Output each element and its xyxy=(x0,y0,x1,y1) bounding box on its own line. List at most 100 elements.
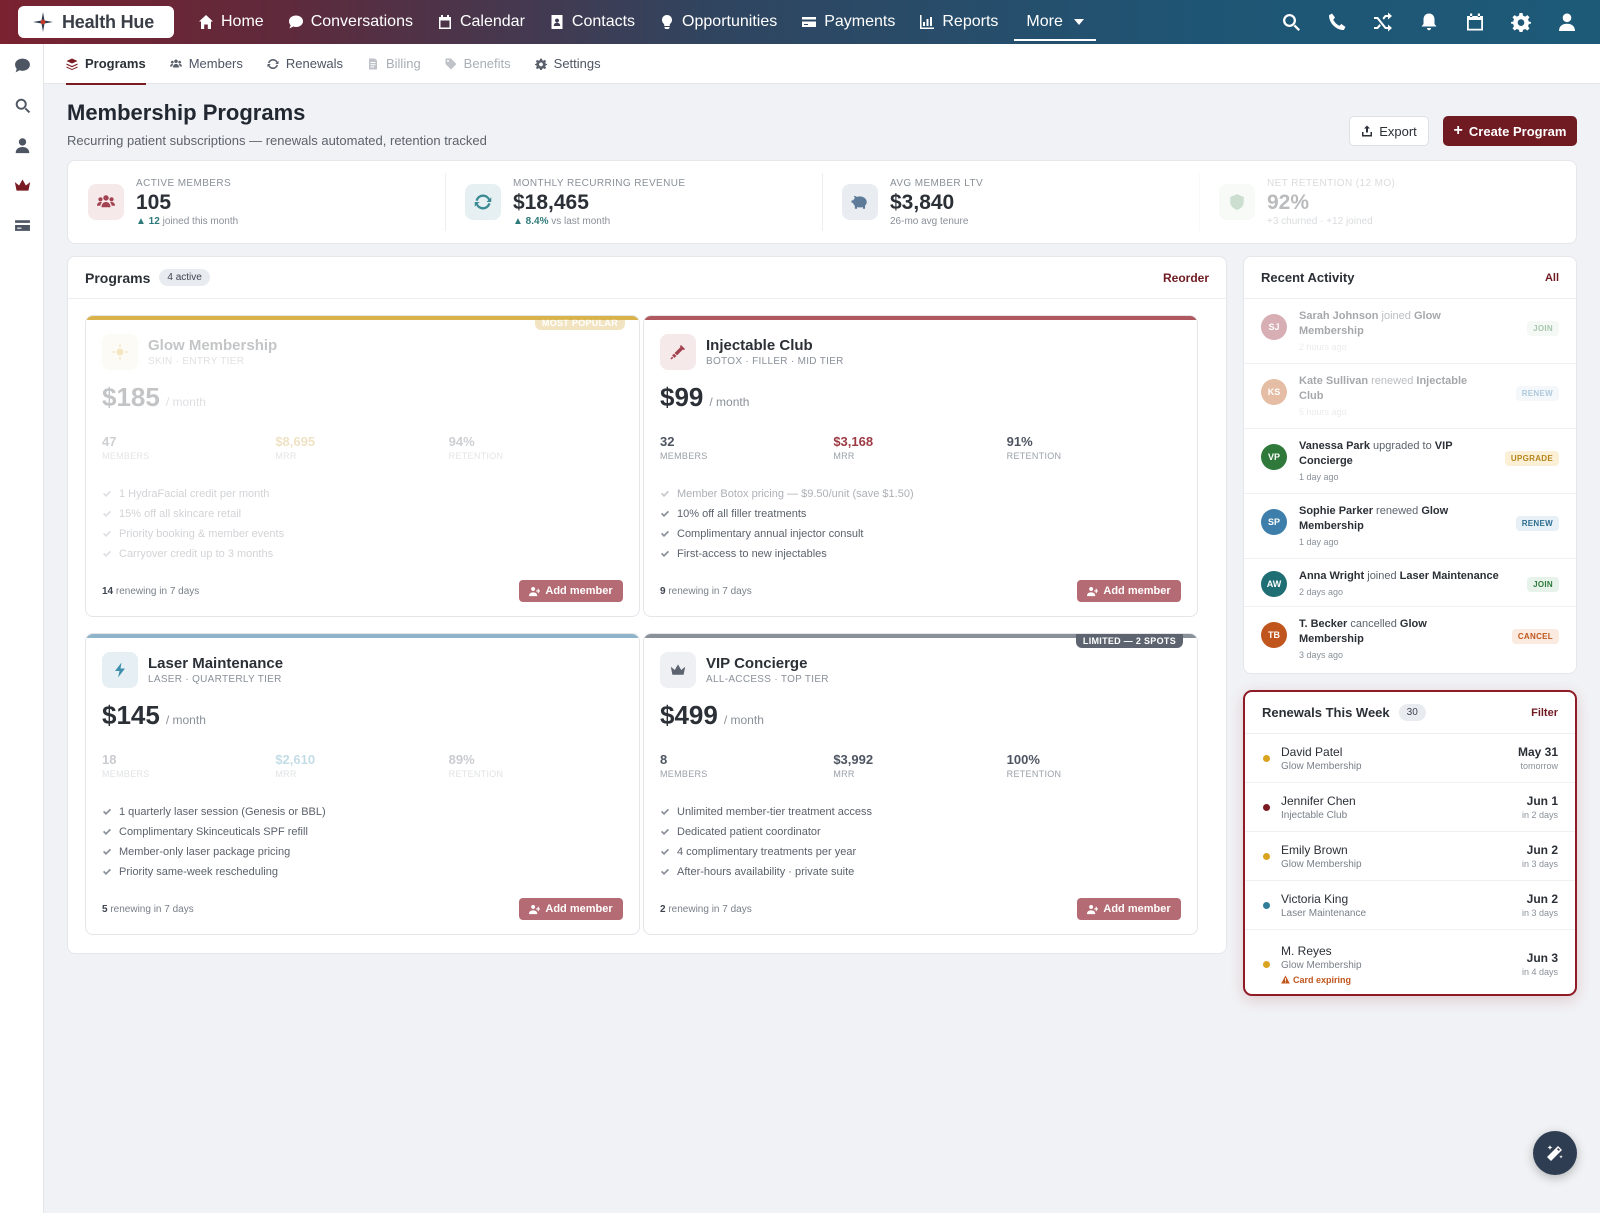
calendar-button[interactable] xyxy=(1452,0,1498,44)
status-badge: UPGRADE xyxy=(1504,451,1559,466)
activity-time: 2 hours ago xyxy=(1299,342,1347,352)
check-icon xyxy=(661,510,669,517)
shield-icon xyxy=(1219,184,1255,220)
user-icon xyxy=(1559,13,1575,31)
feature-text: Member-only laser package pricing xyxy=(119,846,291,858)
add-member-button[interactable]: Add member xyxy=(519,898,623,920)
export-button[interactable]: Export xyxy=(1349,116,1429,146)
tab-settings[interactable]: Settings xyxy=(534,44,601,84)
program-card-laser-maintenance[interactable]: Laser Maintenance LASER · QUARTERLY TIER… xyxy=(85,633,640,935)
renewal-item[interactable]: M. Reyes Glow Membership Card expiring J… xyxy=(1245,930,1575,998)
rail-conversations[interactable] xyxy=(0,45,44,85)
program-card-glow-membership[interactable]: MOST POPULAR Glow Membership SKIN · ENTR… xyxy=(85,315,640,617)
program-color-dot xyxy=(1263,852,1270,860)
retention-value: 94% xyxy=(448,434,475,449)
notifications-button[interactable] xyxy=(1406,0,1452,44)
nav-reports-label: Reports xyxy=(942,13,999,30)
program-card-injectable-club[interactable]: Injectable Club BOTOX · FILLER · MID TIE… xyxy=(643,315,1198,617)
reorder-link[interactable]: Reorder xyxy=(1163,271,1209,285)
nav-home-label: Home xyxy=(221,13,264,30)
tab-benefits[interactable]: Benefits xyxy=(445,44,511,84)
retention-label: RETENTION xyxy=(1006,451,1062,461)
create-program-button[interactable]: + Create Program xyxy=(1443,116,1577,146)
nav-more[interactable]: More xyxy=(1014,0,1097,44)
check-icon xyxy=(661,530,669,537)
settings-button[interactable] xyxy=(1498,0,1544,44)
nav-more-label: More xyxy=(1026,13,1063,30)
add-member-button[interactable]: Add member xyxy=(1077,898,1181,920)
rail-memberships[interactable] xyxy=(0,165,44,205)
tab-members[interactable]: Members xyxy=(169,44,243,84)
tab-billing[interactable]: Billing xyxy=(367,44,421,84)
nav-conversations-label: Conversations xyxy=(310,13,413,30)
nav-conversations[interactable]: Conversations xyxy=(276,0,425,44)
activity-program: Laser Maintenance xyxy=(1399,570,1499,582)
brand-logo[interactable]: Health Hue xyxy=(18,6,174,38)
program-card-vip-concierge[interactable]: LIMITED — 2 SPOTS VIP Concierge ALL-ACCE… xyxy=(643,633,1198,935)
renewal-item[interactable]: Emily Brown Glow Membership Jun 2 in 3 day… xyxy=(1245,832,1575,881)
nav-home[interactable]: Home xyxy=(186,0,276,44)
profile-button[interactable] xyxy=(1544,0,1590,44)
add-member-button[interactable]: Add member xyxy=(1077,580,1181,602)
add-member-label: Add member xyxy=(545,903,613,915)
program-name: VIP Concierge xyxy=(706,655,808,672)
nav-payments-label: Payments xyxy=(824,13,896,30)
rail-payments[interactable] xyxy=(0,205,44,245)
nav-opportunities[interactable]: Opportunities xyxy=(647,0,789,44)
credit-card-icon xyxy=(802,17,817,27)
filter-link[interactable]: Filter xyxy=(1531,707,1558,719)
layers-icon xyxy=(66,58,78,70)
price-period: / month xyxy=(165,395,206,409)
activity-item[interactable]: AW Anna Wright joined Laser Maintenance 2… xyxy=(1244,559,1576,607)
tab-programs[interactable]: Programs xyxy=(66,44,146,85)
renewing-text: renewing in 7 days xyxy=(110,903,194,915)
member-name: M. Reyes xyxy=(1281,943,1332,958)
activity-item[interactable]: TB T. Becker cancelled Glow Membership 3 … xyxy=(1244,607,1576,672)
kpi-delta: ▲ 12 xyxy=(136,215,160,227)
phone-button[interactable] xyxy=(1314,0,1360,44)
activity-item[interactable]: KS Kate Sullivan renewed Injectable Club… xyxy=(1244,364,1576,429)
tab-renewals[interactable]: Renewals xyxy=(267,44,343,84)
view-all-link[interactable]: All xyxy=(1545,272,1559,284)
nav-calendar[interactable]: Calendar xyxy=(425,0,537,44)
nav-payments[interactable]: Payments xyxy=(789,0,907,44)
kpi-label: NET RETENTION (12 MO) xyxy=(1267,177,1396,189)
users-icon xyxy=(88,184,124,220)
create-program-label: Create Program xyxy=(1468,123,1567,139)
renewing-count: 2 xyxy=(660,903,666,915)
add-member-label: Add member xyxy=(545,585,613,597)
top-navigation-bar: Health Hue Home Conversations Calendar C… xyxy=(0,0,1600,44)
page-title: Membership Programs xyxy=(67,100,306,125)
activity-item[interactable]: SJ Sarah Johnson joined Glow Membership 2… xyxy=(1244,299,1576,364)
renewal-item[interactable]: David Patel Glow Membership May 31 tomorro… xyxy=(1245,734,1575,783)
contacts-icon xyxy=(551,15,563,29)
global-search-button[interactable] xyxy=(1268,0,1314,44)
activity-person: Sarah Johnson xyxy=(1299,310,1379,322)
activity-item[interactable]: VP Vanessa Park upgraded to VIP Concierg… xyxy=(1244,429,1576,494)
rail-search[interactable] xyxy=(0,85,44,125)
status-badge: RENEW xyxy=(1515,516,1559,531)
activity-item[interactable]: SP Sophie Parker renewed Glow Membership… xyxy=(1244,494,1576,559)
renewal-item[interactable]: Jennifer Chen Injectable Club Jun 1 in 2 d… xyxy=(1245,783,1575,832)
kpi-summary-strip: ACTIVE MEMBERS 105 ▲ 12 joined this mont… xyxy=(67,160,1577,244)
feature-item: 1 HydraFacial credit per month xyxy=(102,484,284,504)
activity-person: Kate Sullivan xyxy=(1299,375,1369,387)
member-program: Injectable Club xyxy=(1281,809,1348,821)
programs-panel: Programs 4 active Reorder MOST POPULAR G… xyxy=(67,256,1227,954)
activity-verb: renewed xyxy=(1371,375,1414,387)
feature-item: 4 complimentary treatments per year xyxy=(660,842,872,862)
nav-contacts[interactable]: Contacts xyxy=(537,0,647,44)
feature-item: Member-only laser package pricing xyxy=(102,842,326,862)
nav-reports[interactable]: Reports xyxy=(907,0,1010,44)
feature-text: Complimentary Skinceuticals SPF refill xyxy=(119,826,308,838)
members-count: 32 xyxy=(660,434,675,449)
members-label: MEMBERS xyxy=(660,769,708,779)
avatar: VP xyxy=(1261,444,1287,470)
add-member-button[interactable]: Add member xyxy=(519,580,623,602)
kpi-mrr: MONTHLY RECURRING REVENUE $18,465 ▲ 8.4%… xyxy=(445,161,822,243)
avatar: KS xyxy=(1261,379,1287,405)
rail-contacts[interactable] xyxy=(0,125,44,165)
shuffle-button[interactable] xyxy=(1360,0,1406,44)
renewal-item[interactable]: Victoria King Laser Maintenance Jun 2 in 3… xyxy=(1245,881,1575,930)
assistant-fab-button[interactable] xyxy=(1533,1131,1577,1175)
